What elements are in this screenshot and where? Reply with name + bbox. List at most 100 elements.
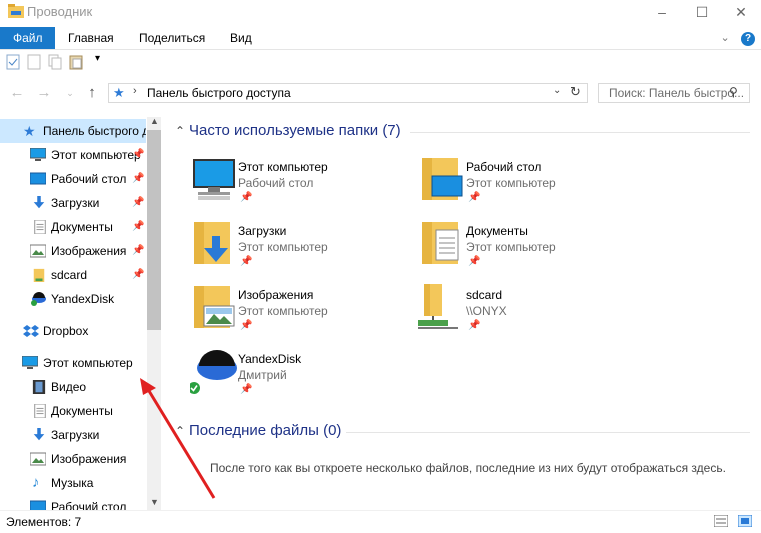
title-bar: Проводник – ☐ ✕ — [0, 0, 761, 24]
sidebar-item-music[interactable]: ♪ Музыка — [0, 471, 146, 495]
minimize-button[interactable]: – — [642, 0, 682, 24]
downloads-icon — [33, 428, 45, 441]
network-folder-icon — [418, 284, 458, 329]
address-dropdown-icon[interactable]: ⌄ — [553, 85, 561, 96]
expand-ribbon-icon[interactable]: ⌄ — [720, 32, 729, 44]
scroll-up-icon[interactable]: ▲ — [150, 116, 159, 126]
refresh-icon[interactable]: ↻ — [570, 84, 581, 100]
folder-location: Дмитрий — [238, 368, 287, 382]
pin-icon: 📌 — [468, 192, 481, 203]
video-icon — [32, 380, 46, 394]
forward-button[interactable]: → — [32, 80, 56, 106]
ribbon-tabs: Файл Главная Поделиться Вид ⌄ ? — [0, 27, 761, 50]
sidebar-item-label: Панель быстрого д — [43, 124, 146, 138]
scrollbar-thumb[interactable] — [147, 130, 161, 330]
folder-tile-downloads[interactable]: Загрузки Этот компьютер 📌 — [190, 220, 410, 280]
details-view-icon[interactable] — [714, 515, 728, 527]
sidebar-item-quick-access[interactable]: ★ Панель быстрого д — [0, 119, 146, 143]
sidebar-item-label: Изображения — [51, 452, 127, 466]
pin-icon[interactable]: 📌 — [132, 263, 144, 287]
documents-icon — [34, 220, 46, 234]
sidebar-item-dropbox[interactable]: Dropbox — [0, 319, 146, 343]
downloads-folder-icon — [194, 222, 230, 264]
search-placeholder: Поиск: Панель быстро... — [609, 86, 745, 100]
customize-qat-icon[interactable]: ▾ — [95, 53, 100, 64]
sidebar-item-this-pc[interactable]: Этот компьютер — [0, 351, 146, 375]
computer-icon — [22, 356, 38, 369]
sidebar-item-label: Загрузки — [51, 196, 100, 210]
sidebar-item-label: Этот компьютер — [51, 148, 141, 162]
sidebar-item-label: Музыка — [51, 476, 94, 490]
sidebar-item-downloads-pinned[interactable]: Загрузки 📌 — [0, 191, 146, 215]
tab-view[interactable]: Вид — [218, 27, 264, 49]
sidebar-item-pictures-pinned[interactable]: Изображения 📌 — [0, 239, 146, 263]
dropbox-icon — [23, 325, 39, 337]
sidebar-item-label: Загрузки — [51, 428, 100, 442]
paste-icon[interactable] — [69, 54, 83, 70]
collapse-chevron-icon[interactable]: ⌃ — [175, 124, 185, 138]
sidebar-item-label: Рабочий стол — [51, 172, 127, 186]
folder-name: Этот компьютер — [238, 160, 328, 174]
documents-icon — [34, 404, 46, 418]
frequent-folders-header[interactable]: Часто используемые папки (7) — [189, 122, 401, 139]
pin-icon: 📌 — [240, 256, 253, 267]
section-divider — [410, 132, 750, 133]
item-count: Элементов: 7 — [6, 515, 82, 529]
pin-icon[interactable]: 📌 — [132, 143, 144, 167]
folder-tile-sdcard[interactable]: sdcard \\ONYX 📌 — [418, 284, 638, 344]
properties-icon[interactable] — [6, 54, 20, 70]
pin-icon: 📌 — [468, 256, 481, 267]
copy-icon[interactable] — [48, 54, 62, 70]
pin-icon[interactable]: 📌 — [132, 215, 144, 239]
sidebar-item-sdcard-pinned[interactable]: sdcard 📌 — [0, 263, 146, 287]
pin-icon[interactable]: 📌 — [132, 239, 144, 263]
sidebar-item-documents[interactable]: Документы — [0, 399, 146, 423]
tab-share[interactable]: Поделиться — [127, 27, 217, 49]
folder-name: Рабочий стол — [466, 160, 542, 174]
folder-tile-yandexdisk[interactable]: YandexDisk Дмитрий 📌 — [190, 348, 410, 408]
sidebar-item-label: sdcard — [51, 268, 88, 282]
sidebar-item-documents-pinned[interactable]: Документы 📌 — [0, 215, 146, 239]
folder-tile-pictures[interactable]: Изображения Этот компьютер 📌 — [190, 284, 410, 344]
sidebar-item-this-pc-pinned[interactable]: Этот компьютер 📌 — [0, 143, 146, 167]
sidebar-item-downloads[interactable]: Загрузки — [0, 423, 146, 447]
music-icon: ♪ — [32, 474, 40, 491]
sidebar-item-video[interactable]: Видео — [0, 375, 146, 399]
annotation-arrow-icon — [140, 378, 216, 499]
maximize-button[interactable]: ☐ — [682, 0, 722, 24]
recent-locations-button[interactable]: ⌄ — [58, 80, 82, 106]
folder-location: Этот компьютер — [466, 176, 556, 190]
pin-icon: 📌 — [240, 384, 253, 395]
pin-icon: 📌 — [240, 320, 253, 331]
search-box[interactable]: Поиск: Панель быстро... ⚲ — [598, 83, 750, 103]
folder-name: Изображения — [238, 288, 314, 302]
close-button[interactable]: ✕ — [721, 0, 761, 24]
pin-icon[interactable]: 📌 — [132, 191, 144, 215]
help-icon[interactable]: ? — [741, 32, 755, 46]
quick-access-toolbar: ▾ — [0, 50, 761, 74]
desktop-icon — [30, 500, 46, 510]
address-bar[interactable]: ★ › Панель быстрого доступа ⌄ ↻ — [108, 83, 588, 103]
downloads-icon — [33, 196, 45, 209]
sidebar-item-label: Этот компьютер — [43, 356, 133, 370]
back-button[interactable]: ← — [5, 80, 29, 106]
tab-file[interactable]: Файл — [0, 27, 55, 49]
desktop-icon — [30, 172, 46, 185]
folder-name: Загрузки — [238, 224, 287, 238]
sidebar-item-yandexdisk[interactable]: YandexDisk — [0, 287, 146, 311]
folder-tile-this-pc[interactable]: Этот компьютер Рабочий стол 📌 — [190, 156, 410, 216]
star-icon: ★ — [113, 85, 125, 100]
pin-icon[interactable]: 📌 — [132, 167, 144, 191]
sidebar-item-desktop-pinned[interactable]: Рабочий стол 📌 — [0, 167, 146, 191]
sidebar-item-desktop[interactable]: Рабочий стол — [0, 495, 146, 510]
tiles-view-icon[interactable] — [738, 515, 752, 527]
search-icon[interactable]: ⚲ — [729, 85, 738, 99]
desktop-folder-icon — [422, 158, 463, 200]
new-folder-icon[interactable] — [27, 54, 41, 70]
computer-icon — [193, 159, 235, 200]
sidebar-item-pictures[interactable]: Изображения — [0, 447, 146, 471]
folder-tile-desktop[interactable]: Рабочий стол Этот компьютер 📌 — [418, 156, 638, 216]
folder-tile-documents[interactable]: Документы Этот компьютер 📌 — [418, 220, 638, 280]
tab-home[interactable]: Главная — [56, 27, 126, 49]
up-button[interactable]: ↑ — [80, 80, 104, 106]
